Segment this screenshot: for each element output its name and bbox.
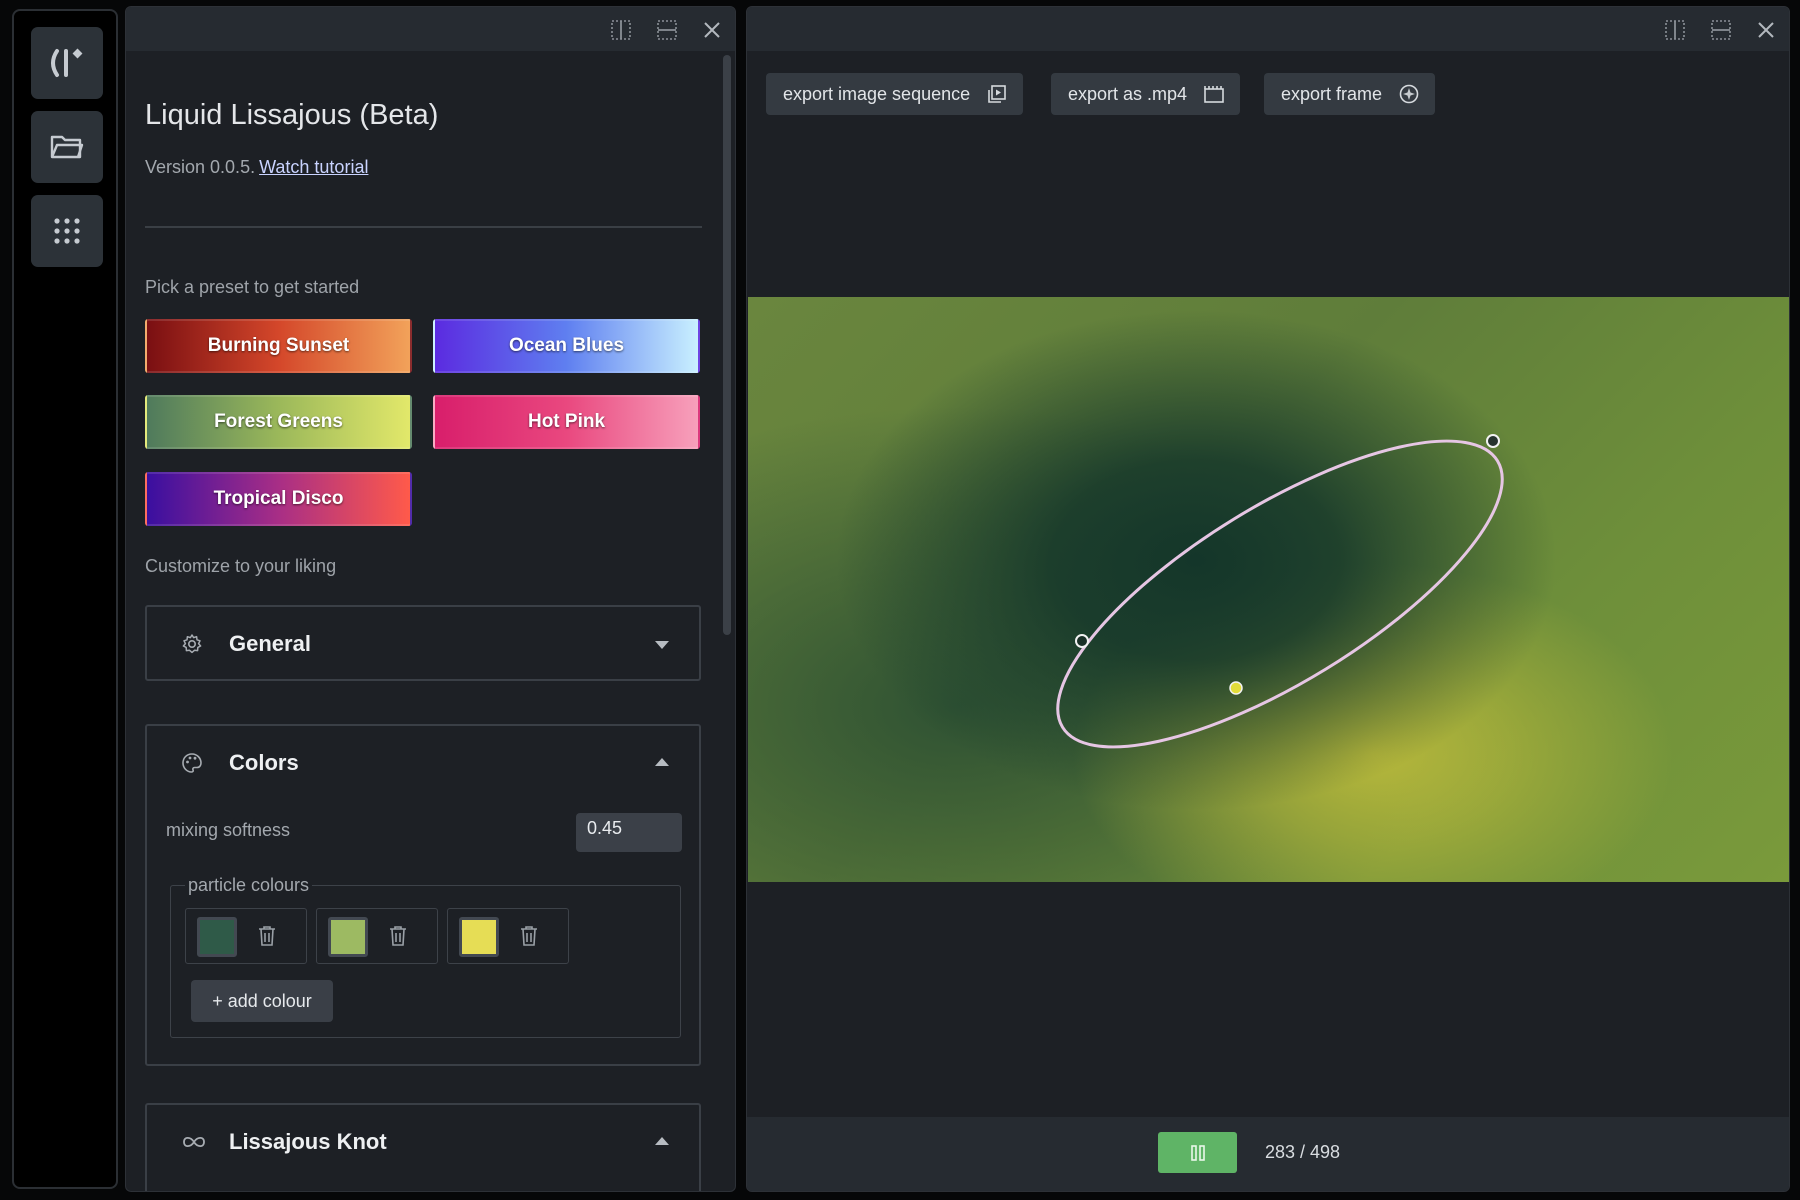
trash-icon[interactable] — [389, 925, 407, 947]
particle-colour-item — [185, 908, 307, 964]
preview-canvas[interactable] — [748, 297, 1789, 882]
particle-colours-legend: particle colours — [185, 875, 313, 896]
frame-counter: 283 / 498 — [1265, 1142, 1341, 1162]
open-folder-button[interactable] — [31, 111, 103, 183]
divider — [145, 226, 702, 228]
export-image-sequence-label: export image sequence — [783, 83, 971, 104]
chevron-up-icon[interactable] — [655, 1137, 669, 1145]
image-sequence-icon — [988, 85, 1006, 103]
preset-ocean-blues-button[interactable]: Ocean Blues — [433, 319, 700, 373]
settings-panel-header — [126, 7, 735, 51]
version-line: Version 0.0.5. Watch tutorial — [145, 157, 368, 178]
preset-label: Tropical Disco — [213, 488, 344, 509]
colour-swatch[interactable] — [197, 917, 237, 957]
viewer-panel-header — [747, 7, 1789, 51]
logo-icon — [51, 48, 83, 77]
camera-aperture-icon — [1399, 84, 1419, 104]
split-vertical-icon[interactable] — [611, 20, 631, 40]
film-icon — [1204, 86, 1224, 103]
preset-label: Hot Pink — [527, 411, 606, 432]
colour-swatch[interactable] — [328, 917, 368, 957]
settings-scrollbar[interactable] — [723, 55, 731, 635]
preset-prompt: Pick a preset to get started — [145, 277, 360, 297]
lissajous-curve[interactable] — [1017, 386, 1544, 803]
particle-colour-item — [447, 908, 569, 964]
preset-label: Burning Sunset — [207, 335, 350, 356]
control-point-handle[interactable] — [1486, 434, 1500, 448]
playback-bar: 283 / 498 — [747, 1117, 1789, 1191]
lissajous-overlay — [1017, 386, 1544, 803]
pause-button[interactable] — [1158, 1132, 1237, 1173]
chevron-up-icon[interactable] — [655, 758, 669, 766]
watch-tutorial-link[interactable]: Watch tutorial — [259, 157, 368, 177]
general-section-header[interactable]: General — [145, 605, 701, 681]
pause-icon — [1190, 1144, 1205, 1161]
logo-button[interactable] — [31, 27, 103, 99]
apps-button[interactable] — [31, 195, 103, 267]
infinity-icon — [183, 1136, 205, 1148]
colors-title: Colors — [229, 750, 299, 775]
preset-label: Forest Greens — [214, 411, 343, 432]
export-frame-label: export frame — [1281, 83, 1383, 104]
settings-panel: Liquid Lissajous (Beta) Version 0.0.5. Wa… — [125, 6, 736, 1192]
export-mp4-label: export as .mp4 — [1068, 83, 1188, 104]
split-horizontal-icon[interactable] — [657, 20, 677, 40]
preset-tropical-disco-button[interactable]: Tropical Disco — [145, 472, 412, 526]
export-frame-button[interactable]: export frame — [1264, 73, 1436, 115]
close-icon[interactable] — [1757, 21, 1775, 39]
version-text: Version 0.0.5. — [145, 157, 256, 177]
general-title: General — [229, 631, 311, 656]
active-point-handle[interactable] — [1229, 681, 1243, 695]
lissajous-title: Lissajous Knot — [229, 1129, 387, 1154]
preset-hot-pink-button[interactable]: Hot Pink — [433, 395, 700, 449]
mixing-softness-label: mixing softness — [166, 820, 291, 840]
close-icon[interactable] — [703, 21, 721, 39]
app-rail — [12, 9, 118, 1189]
trash-icon[interactable] — [520, 925, 538, 947]
preset-label: Ocean Blues — [508, 335, 625, 356]
particle-colours-fieldset: particle colours + add colour — [170, 875, 681, 1038]
particle-colour-item — [316, 908, 438, 964]
viewer-panel: export image sequence export as .mp4 exp… — [746, 6, 1790, 1192]
export-image-sequence-button[interactable]: export image sequence — [766, 73, 1024, 115]
export-mp4-button[interactable]: export as .mp4 — [1051, 73, 1241, 115]
add-colour-button[interactable]: + add colour — [191, 980, 333, 1022]
app-title: Liquid Lissajous (Beta) — [145, 99, 439, 131]
gear-icon — [182, 634, 202, 654]
customize-prompt: Customize to your liking — [145, 556, 337, 576]
lissajous-section-header[interactable]: Lissajous Knot — [145, 1103, 701, 1191]
colour-swatch[interactable] — [459, 917, 499, 957]
palette-icon — [182, 753, 202, 773]
preset-forest-greens-button[interactable]: Forest Greens — [145, 395, 412, 449]
colors-section: Colors mixing softness particle colours — [145, 724, 701, 1066]
mixing-softness-input[interactable] — [576, 813, 682, 852]
split-vertical-icon[interactable] — [1665, 20, 1685, 40]
trash-icon[interactable] — [258, 925, 276, 947]
apps-grid-icon — [54, 218, 80, 244]
chevron-down-icon — [655, 641, 669, 649]
folder-icon — [50, 135, 84, 159]
preset-burning-sunset-button[interactable]: Burning Sunset — [145, 319, 412, 373]
split-horizontal-icon[interactable] — [1711, 20, 1731, 40]
control-point-handle[interactable] — [1075, 634, 1089, 648]
